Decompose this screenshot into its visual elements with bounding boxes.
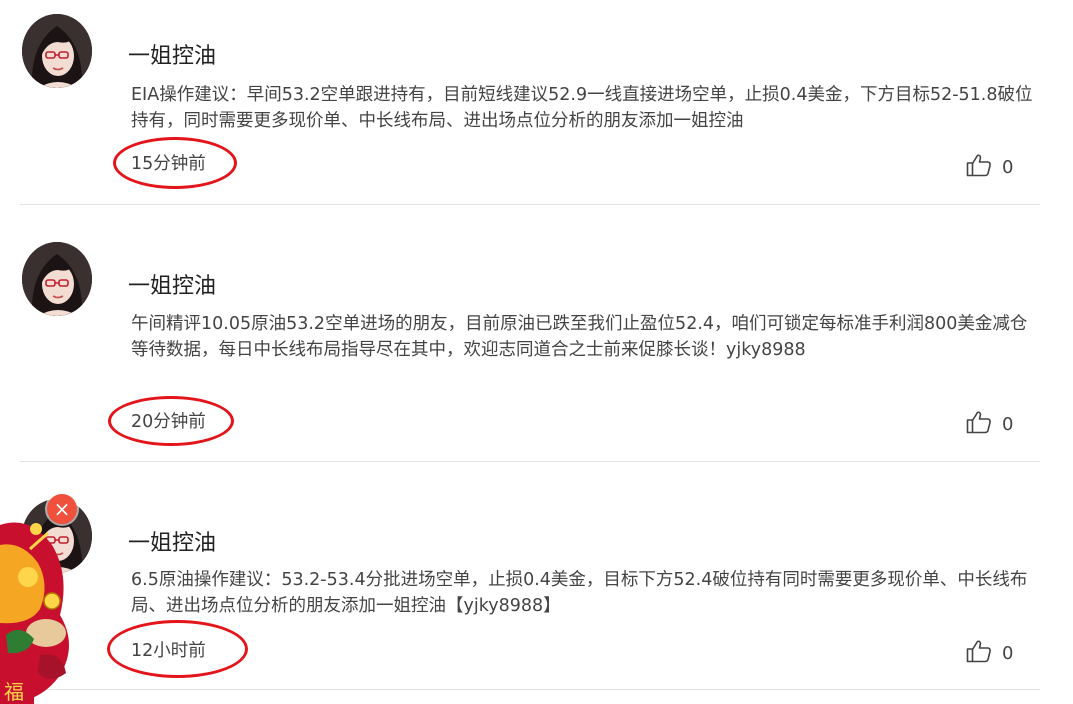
ad-text: 福 <box>4 680 24 704</box>
thumbs-up-icon <box>966 410 992 438</box>
like-button[interactable]: 0 <box>966 639 1013 667</box>
like-count: 0 <box>1002 642 1014 664</box>
avatar[interactable] <box>22 14 92 88</box>
timestamp: 20分钟前 <box>131 412 206 432</box>
comment-text: 6.5原油操作建议：53.2-53.4分批进场空单，止损0.4美金，目标下方52… <box>131 570 1028 616</box>
avatar[interactable] <box>22 242 92 316</box>
divider <box>20 689 1040 690</box>
close-icon[interactable]: × <box>47 494 77 524</box>
divider <box>20 204 1040 205</box>
divider <box>20 461 1040 462</box>
thumbs-up-icon <box>966 153 992 181</box>
like-button[interactable]: 0 <box>966 410 1013 438</box>
author-name[interactable]: 一姐控油 <box>128 38 216 70</box>
floating-ad[interactable]: 福 <box>0 505 80 704</box>
thumbs-up-icon <box>966 639 992 667</box>
like-count: 0 <box>1002 156 1014 178</box>
timestamp: 12小时前 <box>131 641 206 661</box>
close-glyph: × <box>53 497 71 521</box>
comment-text: EIA操作建议：早间53.2空单跟进持有，目前短线建议52.9一线直接进场空单，… <box>131 85 1033 131</box>
comment-feed: 一姐控油 EIA操作建议：早间53.2空单跟进持有，目前短线建议52.9一线直接… <box>0 0 1073 704</box>
author-name[interactable]: 一姐控油 <box>128 268 216 300</box>
comment-text: 午间精评10.05原油53.2空单进场的朋友，目前原油已跌至我们止盈位52.4，… <box>131 314 1028 360</box>
like-count: 0 <box>1002 413 1014 435</box>
like-button[interactable]: 0 <box>966 153 1013 181</box>
author-name[interactable]: 一姐控油 <box>128 525 216 557</box>
timestamp: 15分钟前 <box>131 154 206 174</box>
